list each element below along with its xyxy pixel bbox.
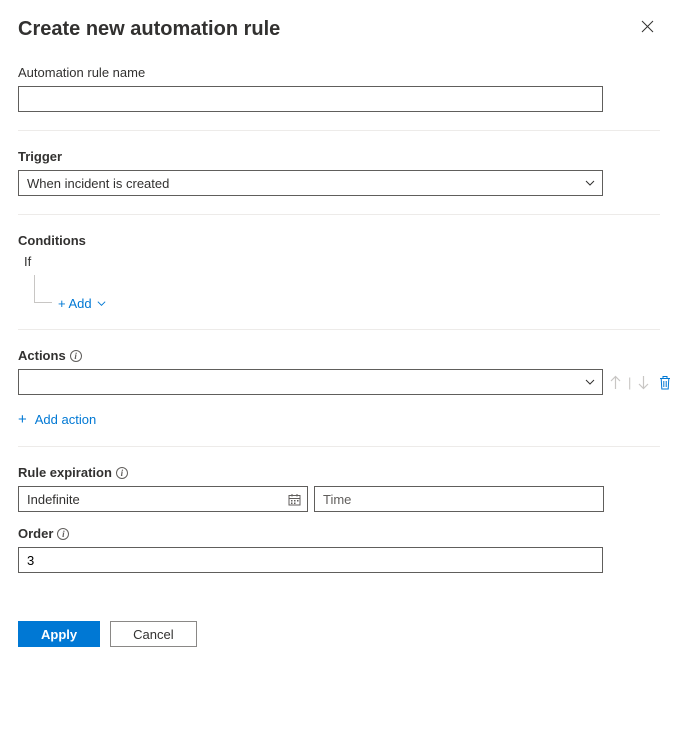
arrow-down-icon [637, 375, 650, 390]
divider [18, 446, 660, 447]
arrow-up-icon [609, 375, 622, 390]
calendar-icon [288, 493, 301, 506]
move-down-button [637, 375, 650, 390]
apply-button[interactable]: Apply [18, 621, 100, 647]
expiration-date-value: Indefinite [27, 492, 80, 507]
rule-expiration-label: Rule expiration i [18, 465, 660, 480]
move-up-button [609, 375, 622, 390]
actions-label: Actions i [18, 348, 660, 363]
close-icon [641, 20, 654, 33]
plus-icon: + [18, 411, 27, 428]
add-condition-button[interactable]: + Add [58, 296, 107, 311]
cancel-button[interactable]: Cancel [110, 621, 196, 647]
trash-icon [658, 375, 672, 390]
close-button[interactable] [635, 18, 660, 40]
action-dropdown[interactable] [18, 369, 603, 395]
rule-name-input[interactable] [18, 86, 603, 112]
add-action-label: Add action [35, 412, 96, 427]
add-action-button[interactable]: + Add action [18, 411, 96, 428]
trigger-label: Trigger [18, 149, 660, 164]
rule-name-label: Automation rule name [18, 65, 660, 80]
chevron-down-icon [584, 376, 596, 388]
conditions-if-label: If [24, 254, 660, 269]
delete-action-button[interactable] [658, 375, 672, 390]
info-icon[interactable]: i [57, 528, 69, 540]
tree-branch-line [34, 275, 52, 303]
divider [18, 214, 660, 215]
add-condition-label: + Add [58, 296, 92, 311]
info-icon[interactable]: i [116, 467, 128, 479]
trigger-selected-value: When incident is created [27, 176, 169, 191]
chevron-down-icon [584, 177, 596, 189]
divider [18, 130, 660, 131]
expiration-time-input[interactable] [314, 486, 604, 512]
order-input[interactable] [18, 547, 603, 573]
conditions-label: Conditions [18, 233, 660, 248]
page-title: Create new automation rule [18, 18, 280, 41]
arrow-separator: | [628, 375, 631, 390]
order-label: Order i [18, 526, 660, 541]
chevron-down-icon [96, 298, 107, 309]
divider [18, 329, 660, 330]
expiration-date-input[interactable]: Indefinite [18, 486, 308, 512]
trigger-dropdown[interactable]: When incident is created [18, 170, 603, 196]
info-icon[interactable]: i [70, 350, 82, 362]
